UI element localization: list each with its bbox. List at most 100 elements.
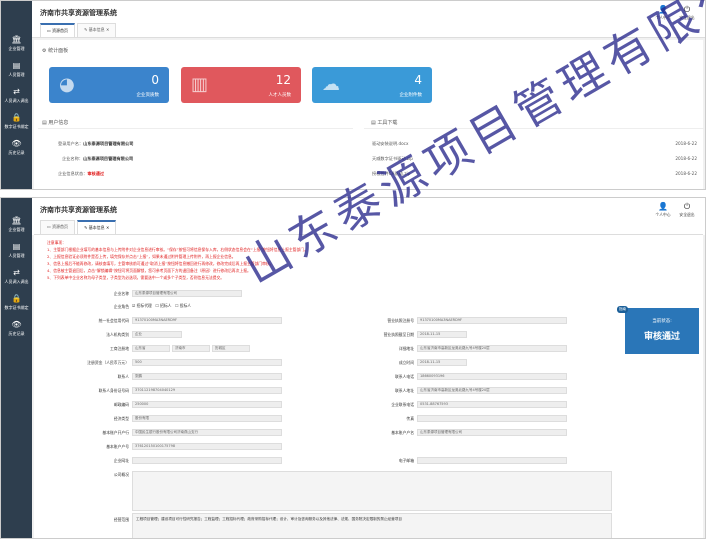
cloud-icon: ☁ [322,74,340,95]
web-label: 企业网址 [113,458,129,463]
license-label: 营业执照注册号 [387,318,414,323]
zip-field[interactable]: 250000 [132,401,282,408]
app-title: 济南市共享资源管理系统 [40,9,117,17]
sidebar-item-history[interactable]: 👁 历史记录 [1,135,32,161]
contact-addr-field[interactable]: 山东省济南市高新区龙奥北路九号4号楼20层 [417,387,567,394]
basic-info-form: 注意事项： 1、主管部门根据企业填写的基本信息与上传附件对企业信息进行审核。“保… [34,234,703,538]
tab-resource-home[interactable]: ▭ 资源首页 [40,220,76,234]
econ-label: 经济类型 [113,416,129,421]
province-select[interactable]: 山东省 [132,345,170,352]
power-icon: ⏻ [683,5,691,14]
uscc-field[interactable]: 91370100MA3NAERD9F [132,317,282,324]
founded-field[interactable]: 2018-11-15 [417,359,467,366]
type-label: 法人机构类别 [106,332,129,337]
pie-chart-icon: ◕ [59,74,75,95]
role-label: 企业角色 [113,304,129,309]
company-status-row: 企业信息状态：审核通过 [58,171,105,176]
phone-label: 联系人电话 [395,374,414,379]
role-checkboxes: ☑ 招标代理 ☐ 招标人 ☐ 投标人 [132,303,191,309]
sidebar-item-staff[interactable]: ▤ 人员管理 [1,57,32,83]
license-field[interactable]: 91370100MA3NAERD9F [417,317,567,324]
sidebar-item-transfer[interactable]: ⇄ 人员调入调出 [1,264,32,290]
top-header: 济南市共享资源管理系统 👤 个人中心 ⏻ 安全退出 ▭ 资源首页 ✎ 基本信息 ✕ [32,1,705,38]
user-icon: 👤 [658,202,668,211]
expire-field[interactable]: 2018-11-15 [417,331,467,338]
fax-field[interactable] [417,415,567,422]
intro-label: 公司概况 [113,472,129,477]
transfer-icon: ⇄ [13,268,20,277]
capital-field[interactable]: 500 [132,359,282,366]
tel-field[interactable]: 0531-88767593 [417,401,567,408]
role-checkbox[interactable]: ☐ 投标人 [175,303,191,308]
status-value: 审核通过 [643,332,680,342]
tab-basic-info[interactable]: ✎ 基本信息 ✕ [77,23,117,37]
scope-textarea[interactable]: 工程项目管理；建设项目可行性研究报告；工程监理；工程招标代理；政府采购招标代理；… [132,513,612,538]
guide-badge[interactable]: 指南 [617,306,628,313]
user-center-button[interactable]: 👤 个人中心 [651,5,675,21]
acct-label: 基本账户户号 [106,444,129,449]
addr-field[interactable]: 山东省济南市高新区龙奥北路九号4号楼20层 [417,345,567,352]
tab-resource-home[interactable]: ▭ 资源首页 [40,23,76,37]
id-field[interactable]: 370112198704040129 [132,387,282,394]
acct-field[interactable]: 376120150100175798 [132,443,282,450]
email-field[interactable] [417,457,567,464]
bank-label: 基本账户开户行 [102,430,129,435]
contact-label: 联系人 [117,374,129,379]
user-icon: 👤 [658,5,668,14]
lock-icon: 🔒 [11,294,22,303]
download-row[interactable]: 天威数字证书驱动.zip 2018-6-22 [372,156,697,162]
download-row[interactable]: 授权控件CA驱动.zip 2018-6-22 [372,171,697,177]
founded-label: 成立时间 [398,360,414,365]
sidebar-item-cert[interactable]: 🔒 数字证书绑定 [1,109,32,135]
bank-field[interactable]: 中国民生银行股份有限公司济南燕山支行 [132,429,282,436]
contact-field[interactable]: 张鹏 [132,373,282,380]
scope-label: 经营范围 [113,517,129,522]
notice-block: 注意事项： 1、主管部门根据企业填写的基本信息与上传附件对企业信息进行审核。“保… [47,240,308,280]
download-row[interactable]: 驱动安装说明.docx 2018-6-22 [372,141,697,147]
sidebar-item-cert[interactable]: 🔒 数字证书绑定 [1,290,32,316]
web-field[interactable] [132,457,282,464]
email-label: 电子邮箱 [398,458,414,463]
stat-card-qualifications[interactable]: ◕ 0 企业资质数 [49,67,169,103]
stat-card-attachments[interactable]: ☁ 4 企业附件数 [312,67,432,103]
sidebar-item-staff[interactable]: ▤ 人员管理 [1,238,32,264]
sidebar-item-company[interactable]: 🏛 企业管理 [1,31,32,57]
expire-label: 营业执照截至日期 [383,332,414,337]
dashboard-screenshot: 🏛 企业管理 ▤ 人员管理 ⇄ 人员调入调出 🔒 数字证书绑定 👁 历史记录 济南市共享资… [0,0,706,190]
user-card-icon: ▤ [12,242,21,251]
role-checkbox[interactable]: ☑ 招标代理 [132,303,152,308]
sidebar: 🏛 企业管理 ▤ 人员管理 ⇄ 人员调入调出 🔒 数字证书绑定 👁 历史记录 [1,1,32,189]
dashboard-content: ⚙ 统计面板 ◕ 0 企业资质数 ▥ 12 人才人员数 ☁ 4 企业附件数 ▤ 用户信息 登… [34,40,704,189]
company-label: 企业名称 [113,291,129,296]
transfer-icon: ⇄ [13,87,20,96]
intro-textarea[interactable] [132,471,612,511]
type-select[interactable]: 企业 [132,331,182,338]
role-checkbox[interactable]: ☐ 招标人 [155,303,171,308]
econ-field[interactable]: 股份有限 [132,415,282,422]
capital-label: 注册资金（人民币万元） [87,360,129,365]
logout-button[interactable]: ⏻ 安全退出 [675,202,699,218]
user-center-button[interactable]: 👤 个人中心 [651,202,675,218]
sidebar-item-company[interactable]: 🏛 企业管理 [1,212,32,238]
stats-heading: ⚙ 统计面板 [42,48,69,54]
sidebar-item-transfer[interactable]: ⇄ 人员调入调出 [1,83,32,109]
user-info-heading: ▤ 用户信息 [42,120,69,126]
status-panel: 指南 当前状态: 审核通过 [617,306,699,354]
bank-name-field[interactable]: 山东泰源项目管理有限公司 [417,429,567,436]
downloads-heading: ▤ 工具下载 [371,120,398,126]
divider [364,128,704,129]
power-icon: ⏻ [683,202,691,211]
tel-label: 企业联系电话 [391,402,414,407]
logout-button[interactable]: ⏻ 安全退出 [675,5,699,21]
phone-field[interactable]: 18660093196 [417,373,567,380]
stat-card-personnel[interactable]: ▥ 12 人才人员数 [181,67,301,103]
reg-label: 工商注册地 [110,346,129,351]
addr-label: 详细地址 [398,346,414,351]
district-select[interactable]: 历城区 [212,345,250,352]
zip-label: 邮政编码 [113,402,129,407]
city-select[interactable]: 济南市 [172,345,210,352]
sidebar-item-history[interactable]: 👁 历史记录 [1,316,32,342]
tab-basic-info[interactable]: ✎ 基本信息 ✕ [77,220,117,234]
divider [38,128,353,129]
company-field[interactable]: 山东泰源项目管理有限公司 [132,290,242,297]
